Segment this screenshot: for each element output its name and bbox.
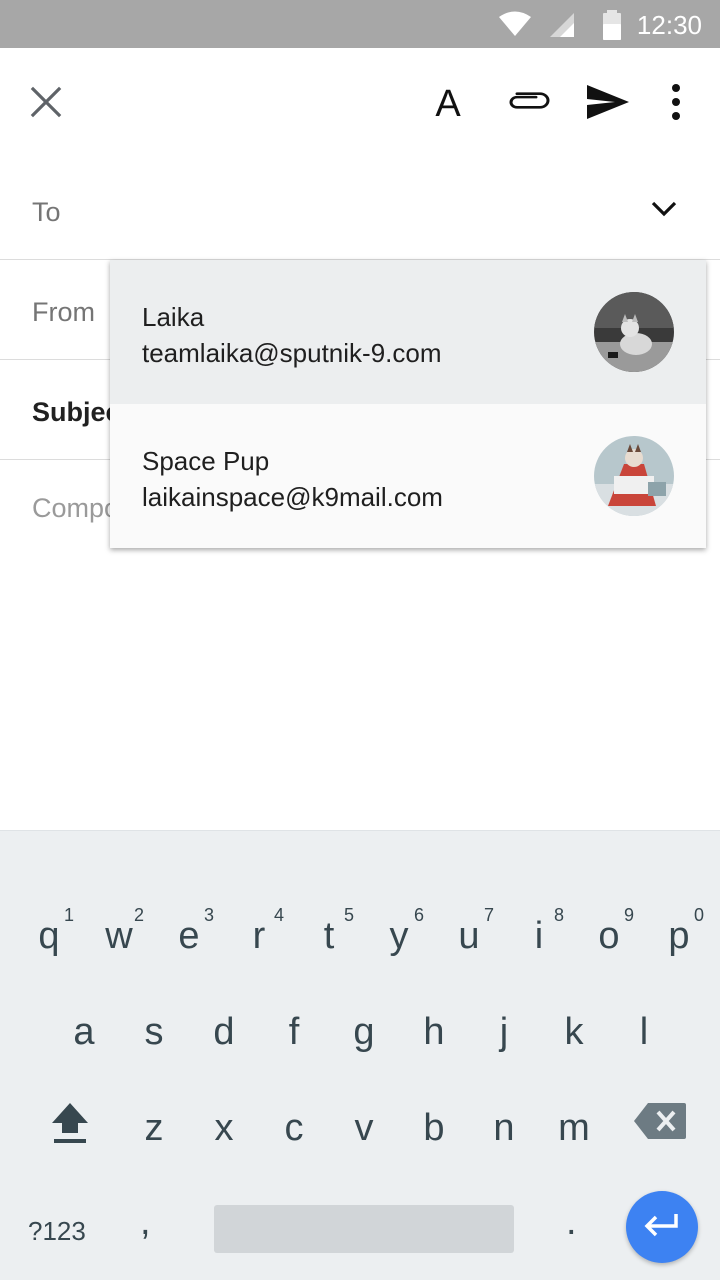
key-b[interactable]: b — [399, 1083, 469, 1173]
space-key[interactable] — [214, 1205, 514, 1253]
to-label: To — [32, 197, 61, 227]
key-g[interactable]: g — [329, 987, 399, 1077]
key-q[interactable]: q1 — [14, 891, 84, 981]
subject-label: Subjec — [32, 397, 121, 427]
suggestion-item-laika[interactable]: Laika teamlaika@sputnik-9.com — [110, 260, 706, 404]
close-button[interactable] — [18, 76, 74, 132]
avatar — [594, 436, 674, 516]
key-y[interactable]: y6 — [364, 891, 434, 981]
key-hint: 4 — [273, 905, 284, 925]
key-w[interactable]: w2 — [84, 891, 154, 981]
enter-key[interactable] — [626, 1191, 698, 1263]
close-icon — [30, 86, 62, 123]
wifi-icon — [498, 10, 532, 43]
account-suggestions-dropdown: Laika teamlaika@sputnik-9.com Space Pup … — [110, 260, 706, 548]
key-c[interactable]: c — [259, 1083, 329, 1173]
key-label: v — [354, 1107, 374, 1149]
suggestion-email: teamlaika@sputnik-9.com — [142, 338, 442, 368]
key-hint: 7 — [483, 905, 494, 925]
period-key[interactable]: . — [566, 1201, 577, 1244]
key-label: s — [144, 1011, 164, 1053]
backspace-icon — [632, 1103, 688, 1145]
key-label: d — [213, 1011, 235, 1053]
soft-keyboard: q1w2e3r4t5y6u7i8o9p0 a s d f g h j k l z x c v b n m ?… — [0, 830, 720, 1280]
more-vert-icon — [671, 83, 681, 125]
shift-key[interactable] — [44, 1093, 96, 1149]
key-label: l — [639, 1011, 649, 1053]
suggestion-name: Laika — [142, 302, 205, 332]
key-j[interactable]: j — [469, 987, 539, 1077]
shift-icon — [44, 1103, 96, 1153]
key-hint: 5 — [343, 905, 354, 925]
more-options-button[interactable] — [648, 76, 704, 132]
key-label: j — [499, 1011, 509, 1053]
backspace-key[interactable] — [632, 1101, 692, 1145]
format-button[interactable]: A — [420, 76, 476, 132]
comma-key[interactable]: , — [140, 1201, 151, 1244]
key-n[interactable]: n — [469, 1083, 539, 1173]
attach-button[interactable] — [500, 76, 556, 132]
key-r[interactable]: r4 — [224, 891, 294, 981]
key-z[interactable]: z — [119, 1083, 189, 1173]
key-s[interactable]: s — [119, 987, 189, 1077]
symbols-key[interactable]: ?123 — [28, 1216, 86, 1247]
key-x[interactable]: x — [189, 1083, 259, 1173]
key-label: g — [353, 1011, 375, 1053]
key-hint: 8 — [553, 905, 564, 925]
key-hint: 1 — [63, 905, 74, 925]
compose-placeholder: Compo — [32, 493, 120, 523]
key-label: z — [144, 1107, 164, 1149]
key-h[interactable]: h — [399, 987, 469, 1077]
key-label: a — [73, 1011, 95, 1053]
key-hint: 2 — [133, 905, 144, 925]
avatar — [594, 292, 674, 372]
battery-icon — [601, 10, 623, 45]
key-f[interactable]: f — [259, 987, 329, 1077]
key-a[interactable]: a — [49, 987, 119, 1077]
suggestion-email: laikainspace@k9mail.com — [142, 482, 443, 512]
key-m[interactable]: m — [539, 1083, 609, 1173]
key-u[interactable]: u7 — [434, 891, 504, 981]
key-label: h — [423, 1011, 445, 1053]
send-button[interactable] — [580, 76, 636, 132]
from-label: From — [32, 297, 95, 327]
paperclip-icon — [506, 90, 550, 119]
key-label: n — [493, 1107, 515, 1149]
key-d[interactable]: d — [189, 987, 259, 1077]
status-time: 12:30 — [636, 10, 702, 40]
key-label: c — [284, 1107, 304, 1149]
key-label: m — [558, 1107, 590, 1149]
send-icon — [586, 84, 630, 125]
to-field[interactable]: To — [0, 160, 720, 260]
key-p[interactable]: p0 — [644, 891, 714, 981]
key-hint: 3 — [203, 905, 214, 925]
key-l[interactable]: l — [609, 987, 679, 1077]
key-label: x — [214, 1107, 234, 1149]
suggestion-name: Space Pup — [142, 446, 270, 476]
compose-screen: 12:30 A To From Subjec Compo Laika teaml… — [0, 0, 720, 1280]
key-i[interactable]: i8 — [504, 891, 574, 981]
key-e[interactable]: e3 — [154, 891, 224, 981]
key-hint: 0 — [693, 905, 704, 925]
cellular-signal-icon — [548, 10, 576, 43]
status-bar: 12:30 — [0, 0, 720, 48]
key-k[interactable]: k — [539, 987, 609, 1077]
key-label: f — [288, 1011, 300, 1053]
key-t[interactable]: t5 — [294, 891, 364, 981]
enter-icon — [643, 1212, 681, 1243]
key-hint: 9 — [623, 905, 634, 925]
compose-toolbar: A — [0, 48, 720, 160]
chevron-down-icon[interactable] — [650, 200, 678, 223]
key-hint: 6 — [413, 905, 424, 925]
format-text-icon: A — [435, 83, 461, 125]
key-label: k — [564, 1011, 584, 1053]
suggestion-item-space-pup[interactable]: Space Pup laikainspace@k9mail.com — [110, 404, 706, 548]
key-o[interactable]: o9 — [574, 891, 644, 981]
key-v[interactable]: v — [329, 1083, 399, 1173]
key-label: b — [423, 1107, 445, 1149]
